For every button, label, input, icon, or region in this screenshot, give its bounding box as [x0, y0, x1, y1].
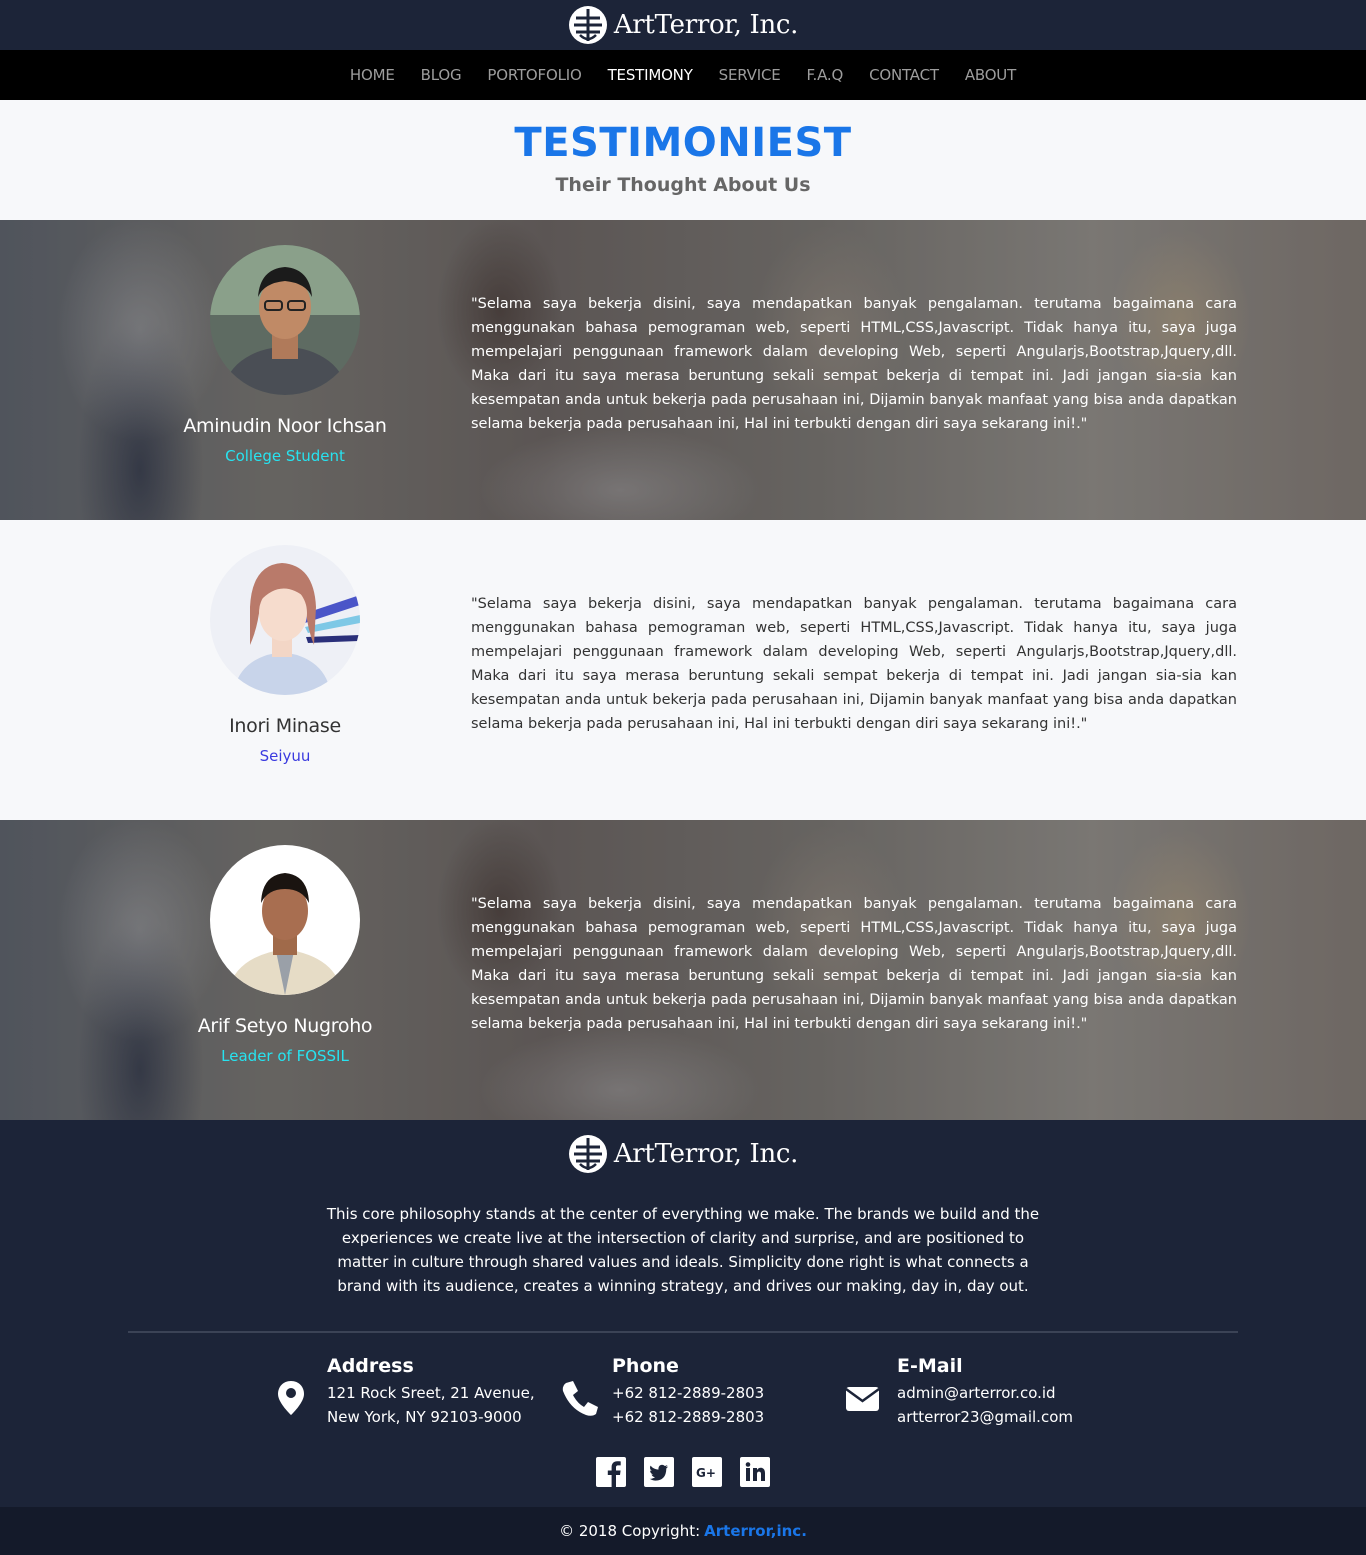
person-name: Aminudin Noor Ichsan	[183, 415, 387, 437]
nav-contact[interactable]: CONTACT	[869, 66, 939, 84]
testimonial-card: Inori Minase Seiyuu "Selama saya bekerja…	[0, 520, 1366, 820]
footer-brand[interactable]: ArtTerror, Inc.	[568, 1134, 798, 1174]
contact-phone: Phone +62 812-2889-2803 +62 812-2889-280…	[560, 1355, 764, 1429]
footer: ArtTerror, Inc. This core philosophy sta…	[0, 1120, 1366, 1555]
testimony-heading: TESTIMONIEST Their Thought About Us	[0, 100, 1366, 220]
address-title: Address	[327, 1355, 414, 1377]
avatar	[210, 245, 360, 395]
nav-about[interactable]: ABOUT	[965, 66, 1016, 84]
map-marker-icon	[278, 1381, 304, 1415]
contact-email: E-Mail admin@arterror.co.id artterror23@…	[845, 1355, 1073, 1429]
globe-logo-icon	[568, 1135, 607, 1173]
nav-testimony[interactable]: TESTIMONY	[608, 66, 693, 84]
avatar	[210, 845, 360, 995]
svg-text:G+: G+	[696, 1466, 716, 1480]
nav-portofolio[interactable]: PORTOFOLIO	[487, 66, 581, 84]
testimonial-person: Aminudin Noor Ichsan College Student	[160, 245, 410, 465]
envelope-icon	[845, 1387, 880, 1411]
testimonial-quote: "Selama saya bekerja disini, saya mendap…	[471, 296, 1237, 432]
testimonial-card: Aminudin Noor Ichsan College Student "Se…	[0, 220, 1366, 520]
nav-faq[interactable]: F.A.Q	[807, 66, 844, 84]
person-name: Arif Setyo Nugroho	[197, 1015, 373, 1037]
top-brand-bar: ArtTerror, Inc.	[0, 0, 1366, 50]
person-role: College Student	[225, 447, 345, 465]
section-title: TESTIMONIEST	[514, 120, 852, 166]
section-subtitle: Their Thought About Us	[555, 174, 811, 196]
email-line1[interactable]: admin@arterror.co.id	[897, 1381, 1073, 1405]
nav-blog[interactable]: BLOG	[421, 66, 462, 84]
testimonial-quote: "Selama saya bekerja disini, saya mendap…	[471, 596, 1237, 732]
person-name: Inori Minase	[229, 715, 341, 737]
address-line2: New York, NY 92103-9000	[327, 1408, 522, 1426]
avatar	[210, 545, 360, 695]
person-role: Leader of FOSSIL	[221, 1047, 349, 1065]
copyright-bar: © 2018 Copyright: Arterror,inc.	[0, 1507, 1366, 1555]
testimonial-quote: "Selama saya bekerja disini, saya mendap…	[471, 896, 1237, 1032]
testimonial-card: Arif Setyo Nugroho Leader of FOSSIL "Sel…	[0, 820, 1366, 1120]
nav-service[interactable]: SERVICE	[719, 66, 781, 84]
twitter-icon[interactable]	[644, 1457, 674, 1487]
phone-line1[interactable]: +62 812-2889-2803	[612, 1381, 764, 1405]
nav-home[interactable]: HOME	[350, 66, 395, 84]
linkedin-icon[interactable]	[740, 1457, 770, 1487]
phone-icon	[562, 1381, 598, 1416]
footer-description: This core philosophy stands at the cente…	[326, 1205, 1040, 1295]
brand-link[interactable]: ArtTerror, Inc.	[568, 5, 798, 45]
testimonial-person: Arif Setyo Nugroho Leader of FOSSIL	[160, 845, 410, 1065]
testimonial-person: Inori Minase Seiyuu	[160, 545, 410, 765]
social-links: G+	[0, 1457, 1366, 1487]
google-plus-icon[interactable]: G+	[692, 1457, 722, 1487]
person-role: Seiyuu	[259, 747, 311, 765]
footer-brand-name: ArtTerror, Inc.	[613, 1139, 799, 1169]
phone-title: Phone	[612, 1355, 679, 1377]
contact-address: Address 121 Rock Sreet, 21 Avenue, New Y…	[275, 1355, 535, 1429]
phone-line2[interactable]: +62 812-2889-2803	[612, 1405, 764, 1429]
globe-logo-icon	[568, 6, 607, 44]
contact-info: Address 121 Rock Sreet, 21 Avenue, New Y…	[0, 1333, 1366, 1443]
email-title: E-Mail	[897, 1355, 963, 1377]
email-line2[interactable]: artterror23@gmail.com	[897, 1405, 1073, 1429]
main-nav: HOME BLOG PORTOFOLIO TESTIMONY SERVICE F…	[0, 50, 1366, 100]
copyright-brand-link[interactable]: Arterror,inc.	[704, 1522, 807, 1540]
address-line1: 121 Rock Sreet, 21 Avenue,	[327, 1384, 535, 1402]
facebook-icon[interactable]	[596, 1457, 626, 1487]
brand-name: ArtTerror, Inc.	[613, 10, 799, 40]
copyright-text: © 2018 Copyright:	[559, 1522, 701, 1540]
